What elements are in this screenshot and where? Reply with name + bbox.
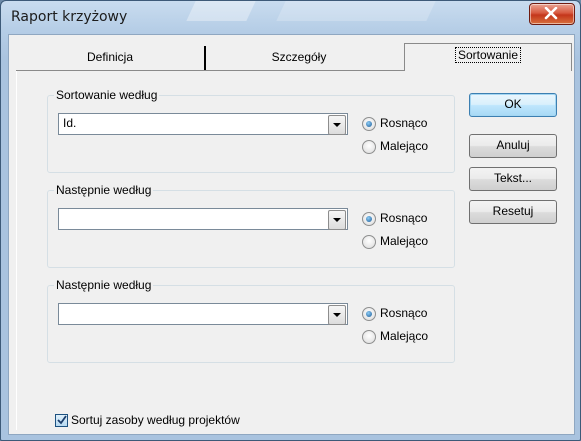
- sort-field-combo-1[interactable]: Id.: [58, 113, 348, 135]
- sort-group-1: Sortowanie według Id. Rosnąco Malejąco: [47, 88, 455, 173]
- sort-field-combo-2[interactable]: [58, 208, 348, 230]
- radio-label: Rosnąco: [380, 116, 428, 130]
- tab-sortowanie[interactable]: Sortowanie: [404, 43, 572, 71]
- checkbox-box: [55, 414, 68, 427]
- radio-label: Rosnąco: [380, 211, 428, 225]
- radio-label: Rosnąco: [380, 306, 428, 320]
- radio-circle: [362, 235, 376, 249]
- checkbox-label: Sortuj zasoby według projektów: [71, 413, 240, 427]
- tab-szczegoly[interactable]: Szczegóły: [204, 46, 392, 70]
- sort-group-2: Następnie według Rosnąco Malejąco: [47, 183, 455, 268]
- radio-label: Malejąco: [380, 329, 429, 343]
- titlebar-glass-reflection: [186, 1, 256, 21]
- dropdown-button[interactable]: [328, 305, 346, 325]
- sort-field-combo-3[interactable]: [58, 303, 348, 325]
- chevron-down-icon: [333, 218, 341, 222]
- dropdown-button[interactable]: [328, 115, 346, 135]
- chevron-down-icon: [333, 123, 341, 127]
- radio-label: Malejąco: [380, 234, 429, 248]
- radio-circle: [362, 140, 376, 154]
- ok-button[interactable]: OK: [469, 93, 557, 117]
- window-title: Raport krzyżowy: [11, 9, 128, 25]
- dialog-client-area: Definicja Szczegóły Sortowanie Sortowani…: [8, 34, 575, 435]
- tab-definicja[interactable]: Definicja: [16, 46, 204, 70]
- close-icon: [544, 7, 558, 20]
- title-bar[interactable]: Raport krzyżowy: [1, 1, 580, 35]
- radio-circle: [362, 330, 376, 344]
- radio-circle: [362, 117, 376, 131]
- radio-circle: [362, 307, 376, 321]
- close-button[interactable]: [529, 3, 575, 25]
- dropdown-button[interactable]: [328, 210, 346, 230]
- reset-button[interactable]: Resetuj: [469, 200, 557, 224]
- cancel-button[interactable]: Anuluj: [469, 134, 557, 158]
- titlebar-glass-reflection: [276, 1, 436, 21]
- tab-strip: Definicja Szczegóły Sortowanie: [16, 43, 572, 73]
- sort-group-3: Następnie według Rosnąco Malejąco: [47, 278, 455, 363]
- group-title: Następnie według: [54, 183, 154, 197]
- chevron-down-icon: [333, 313, 341, 317]
- checkmark-icon: [57, 415, 67, 425]
- text-button[interactable]: Tekst...: [469, 167, 557, 191]
- group-title: Następnie według: [54, 278, 154, 292]
- radio-label: Malejąco: [380, 139, 429, 153]
- sort-tab-panel: Sortowanie według Id. Rosnąco Malejąco N…: [16, 71, 571, 430]
- group-title: Sortowanie według: [54, 88, 160, 102]
- radio-circle: [362, 212, 376, 226]
- dialog-window: Raport krzyżowy Definicja Szczegóły Sort…: [0, 0, 581, 441]
- combo-value: Id.: [63, 116, 77, 130]
